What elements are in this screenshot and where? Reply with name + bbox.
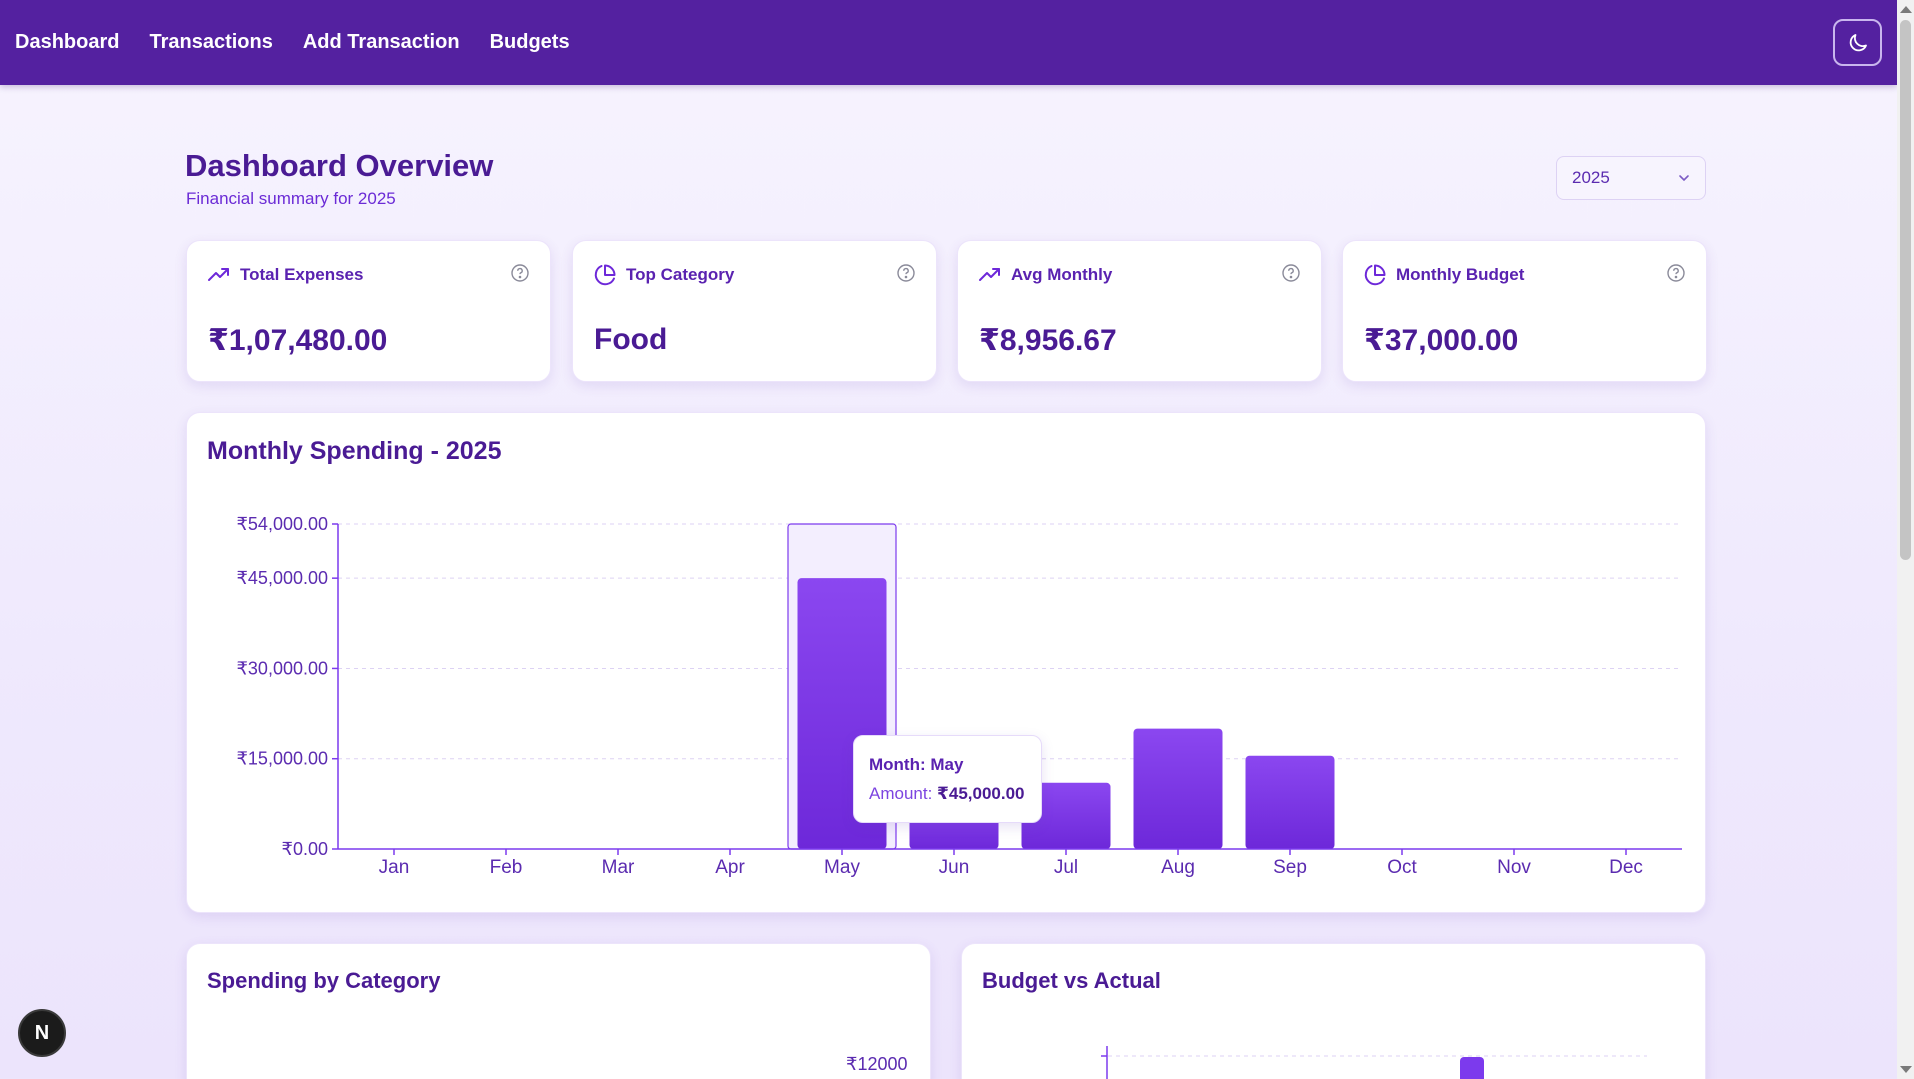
stat-value: ₹8,956.67 <box>979 324 1117 357</box>
tooltip-amount-row: Amount: ₹45,000.00 <box>869 784 1041 804</box>
stat-value: Food <box>594 323 668 356</box>
stat-header: Avg Monthly <box>978 263 1112 287</box>
category-card-title: Spending by Category <box>207 968 441 993</box>
trending-up-icon <box>208 268 229 281</box>
stat-header: Top Category <box>593 263 734 287</box>
page-scrollbar[interactable] <box>1897 0 1914 1079</box>
nextjs-badge[interactable]: N <box>18 1009 66 1057</box>
help-icon[interactable] <box>510 263 530 283</box>
tooltip-month: Month: May <box>869 755 964 774</box>
budget-vs-actual-card: Budget vs Actual <box>961 943 1706 1079</box>
stat-card-total-expenses: Total Expenses ₹1,07,480.00 <box>186 240 551 382</box>
budget-mini-chart <box>1101 1046 1647 1079</box>
help-icon[interactable] <box>1281 263 1301 283</box>
stat-label: Total Expenses <box>240 265 364 284</box>
nav-add-transaction[interactable]: Add Transaction <box>303 31 460 54</box>
tooltip-amount-value: ₹45,000.00 <box>937 784 1025 803</box>
page-subtitle: Financial summary for 2025 <box>186 189 396 208</box>
stat-label: Monthly Budget <box>1396 265 1525 284</box>
help-icon[interactable] <box>896 263 916 283</box>
stat-label: Avg Monthly <box>1011 265 1113 284</box>
spending-by-category-card: Spending by Category <box>186 943 931 1079</box>
stat-value: ₹1,07,480.00 <box>208 324 388 357</box>
n-logo-icon: N <box>34 1021 50 1044</box>
tooltip-amount-label: Amount: <box>869 784 933 803</box>
trending-up-icon <box>979 268 1000 281</box>
stat-header: Monthly Budget <box>1363 263 1524 287</box>
year-select-value: 2025 <box>1572 168 1610 187</box>
help-icon[interactable] <box>1666 263 1686 283</box>
monthly-spending-card: Monthly Spending - 2025 <box>186 412 1706 913</box>
nav-transactions[interactable]: Transactions <box>149 31 272 54</box>
pie-chart-icon <box>594 264 616 286</box>
scroll-up-arrow-icon[interactable] <box>1900 6 1912 13</box>
page-title: Dashboard Overview <box>185 148 494 183</box>
chevron-down-icon <box>1679 175 1689 182</box>
stat-card-monthly-budget: Monthly Budget ₹37,000.00 <box>1342 240 1707 382</box>
stat-label: Top Category <box>626 265 735 284</box>
stat-header: Total Expenses <box>207 263 363 287</box>
scroll-down-arrow-icon[interactable] <box>1900 1066 1912 1073</box>
stat-value: ₹37,000.00 <box>1364 324 1519 357</box>
top-navbar: Dashboard Transactions Add Transaction B… <box>0 0 1897 85</box>
chart-title: Monthly Spending - 2025 <box>207 437 502 465</box>
year-select[interactable]: 2025 <box>1556 156 1706 200</box>
nav-links: Dashboard Transactions Add Transaction B… <box>15 31 570 54</box>
stat-card-avg-monthly: Avg Monthly ₹8,956.67 <box>957 240 1322 382</box>
theme-toggle-button[interactable] <box>1833 19 1882 66</box>
scroll-thumb[interactable] <box>1900 20 1911 560</box>
nav-budgets[interactable]: Budgets <box>490 31 570 54</box>
pie-chart-icon <box>1364 264 1386 286</box>
budget-bar <box>1460 1057 1484 1079</box>
budget-axis-tick-label: ₹12000 <box>846 1054 908 1074</box>
chart-tooltip: Month: May Amount: ₹45,000.00 <box>853 735 1042 823</box>
stat-card-top-category: Top Category Food <box>572 240 937 382</box>
moon-icon <box>1849 33 1867 51</box>
nav-dashboard[interactable]: Dashboard <box>15 31 119 54</box>
